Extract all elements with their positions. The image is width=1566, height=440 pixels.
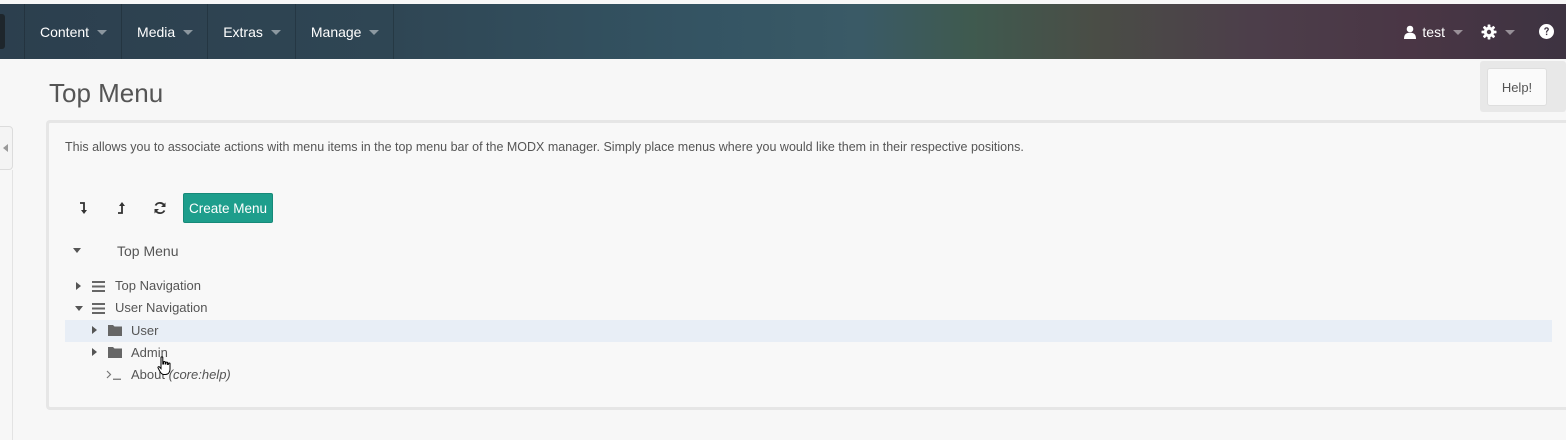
refresh-icon	[154, 202, 166, 214]
help-menu[interactable]	[1539, 24, 1554, 39]
tree-node-top-navigation[interactable]: Top Navigation	[65, 275, 1552, 297]
user-name: test	[1422, 23, 1445, 40]
sidebar-toggle-edge[interactable]	[0, 14, 5, 49]
create-menu-button[interactable]: Create Menu	[183, 193, 273, 223]
user-nav: test	[1404, 4, 1566, 59]
tree-root-label[interactable]: Top Menu	[117, 243, 178, 259]
menu-item-action: (core:help)	[168, 367, 231, 382]
chevron-left-icon	[3, 144, 8, 152]
caret-down-icon	[183, 30, 194, 35]
folder-icon	[108, 347, 122, 358]
caret-down-icon	[97, 30, 108, 35]
tree-node-label: User Navigation	[115, 300, 208, 315]
main-nav: Content Media Extras Manage	[24, 4, 395, 59]
tree-node-about[interactable]: About (core:help)	[65, 364, 1552, 386]
settings-menu[interactable]	[1481, 24, 1539, 40]
help-button[interactable]: Help!	[1487, 68, 1547, 106]
caret-down-icon	[1505, 30, 1515, 35]
user-menu[interactable]: test	[1404, 24, 1481, 40]
nav-manage[interactable]: Manage	[294, 4, 395, 59]
gear-icon	[1481, 24, 1497, 39]
caret-down-icon	[369, 30, 380, 35]
nav-label: Content	[40, 23, 90, 40]
nav-extras[interactable]: Extras	[207, 4, 295, 59]
collapse-all-button[interactable]	[110, 197, 132, 219]
hand-cursor-icon	[157, 356, 171, 375]
caret-right-icon[interactable]	[76, 282, 81, 290]
user-icon	[1404, 25, 1417, 39]
list-icon	[92, 281, 105, 292]
folder-icon	[108, 325, 122, 336]
nav-content[interactable]: Content	[24, 4, 121, 59]
nav-label: Media	[137, 23, 176, 40]
caret-right-icon[interactable]	[92, 326, 97, 334]
tree-node-label: User	[131, 323, 159, 338]
nav-label: Manage	[310, 23, 362, 40]
top-bar: Content Media Extras Manage test	[0, 4, 1566, 59]
terminal-icon	[106, 370, 121, 380]
collapse-sidebar-tab[interactable]	[0, 126, 13, 170]
list-icon	[92, 303, 105, 314]
expand-all-icon	[80, 202, 87, 214]
tree-node-admin[interactable]: Admin	[65, 342, 1552, 364]
nav-media[interactable]: Media	[121, 4, 207, 59]
question-circle-icon	[1539, 24, 1554, 39]
caret-down-icon	[1453, 30, 1463, 35]
collapse-all-icon	[118, 202, 125, 214]
page-title: Top Menu	[49, 78, 164, 108]
sidebar-divider	[12, 170, 13, 440]
nav-label: Extras	[223, 23, 263, 40]
caret-right-icon[interactable]	[92, 348, 97, 356]
tree-node-user[interactable]: User	[65, 320, 1552, 342]
tree-node-user-navigation[interactable]: User Navigation	[65, 297, 1552, 319]
caret-down-icon	[73, 248, 81, 253]
caret-down-icon	[270, 30, 281, 35]
expand-all-button[interactable]	[72, 197, 94, 219]
tree-node-label: About (core:help)	[131, 367, 231, 382]
page-description: This allows you to associate actions wit…	[65, 140, 1024, 154]
refresh-button[interactable]	[149, 197, 171, 219]
tree-node-label: Top Navigation	[115, 278, 201, 293]
caret-down-icon[interactable]	[75, 306, 83, 311]
